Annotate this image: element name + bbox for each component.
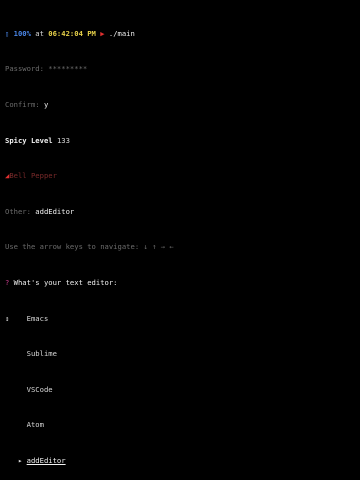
password-label: Password: — [5, 64, 44, 74]
password-value: ********* — [48, 64, 88, 74]
editor-option-label: Sublime — [26, 349, 57, 359]
editor-option-label: addEditor — [26, 456, 66, 466]
password-line: Password: ********* — [5, 64, 360, 74]
other-label: Other: — [5, 206, 31, 216]
terminal-window[interactable]: ▯ 100% at 06:42:04 PM ▶ ./main Password:… — [0, 0, 360, 465]
spicy-level-line: Spicy Level 133 — [5, 135, 360, 146]
editor-option-label: Emacs — [26, 313, 49, 323]
list-item[interactable]: Atom — [5, 420, 360, 430]
other-value: addEditor — [35, 206, 75, 216]
spicy-level-label: Spicy Level — [5, 135, 53, 145]
spicy-level-value: 133 — [56, 135, 70, 145]
navigation-hint: Use the arrow keys to navigate: ↓ ↑ → ← — [5, 242, 174, 252]
prompt-arrow-icon: ▶ — [100, 28, 105, 38]
other-line: Other: addEditor — [5, 206, 360, 217]
clock-time: 06:42:04 PM — [48, 28, 96, 38]
pepper-text: Bell Pepper — [9, 171, 57, 181]
confirm-line: Confirm: y — [5, 99, 360, 110]
battery-icon: ▯ — [5, 28, 10, 38]
list-item[interactable]: VSCode — [5, 384, 360, 395]
command-text: ./main — [108, 28, 135, 38]
confirm-label: Confirm: — [5, 99, 40, 109]
status-line: ▯ 100% at 06:42:04 PM ▶ ./main — [5, 28, 360, 39]
confirm-value: y — [43, 99, 49, 109]
selection-marker-icon: ▸ — [17, 456, 23, 466]
list-item[interactable]: Sublime — [5, 349, 360, 359]
question-text: What's your text editor: — [13, 277, 118, 287]
question-mark-icon: ? — [5, 277, 10, 287]
pepper-line: ◢Bell Pepper — [5, 171, 360, 181]
battery-percent: 100% — [13, 28, 31, 38]
question-line: ? What's your text editor: — [5, 277, 360, 288]
scroll-indicator-icon: ↕ — [5, 313, 10, 323]
at-text: at — [35, 28, 44, 38]
editor-option-label: VSCode — [26, 384, 53, 394]
editor-option-label: Atom — [26, 420, 44, 430]
list-item-selected[interactable]: ▸ addEditor — [5, 456, 360, 466]
list-item[interactable]: ↕ Emacs — [5, 313, 360, 324]
